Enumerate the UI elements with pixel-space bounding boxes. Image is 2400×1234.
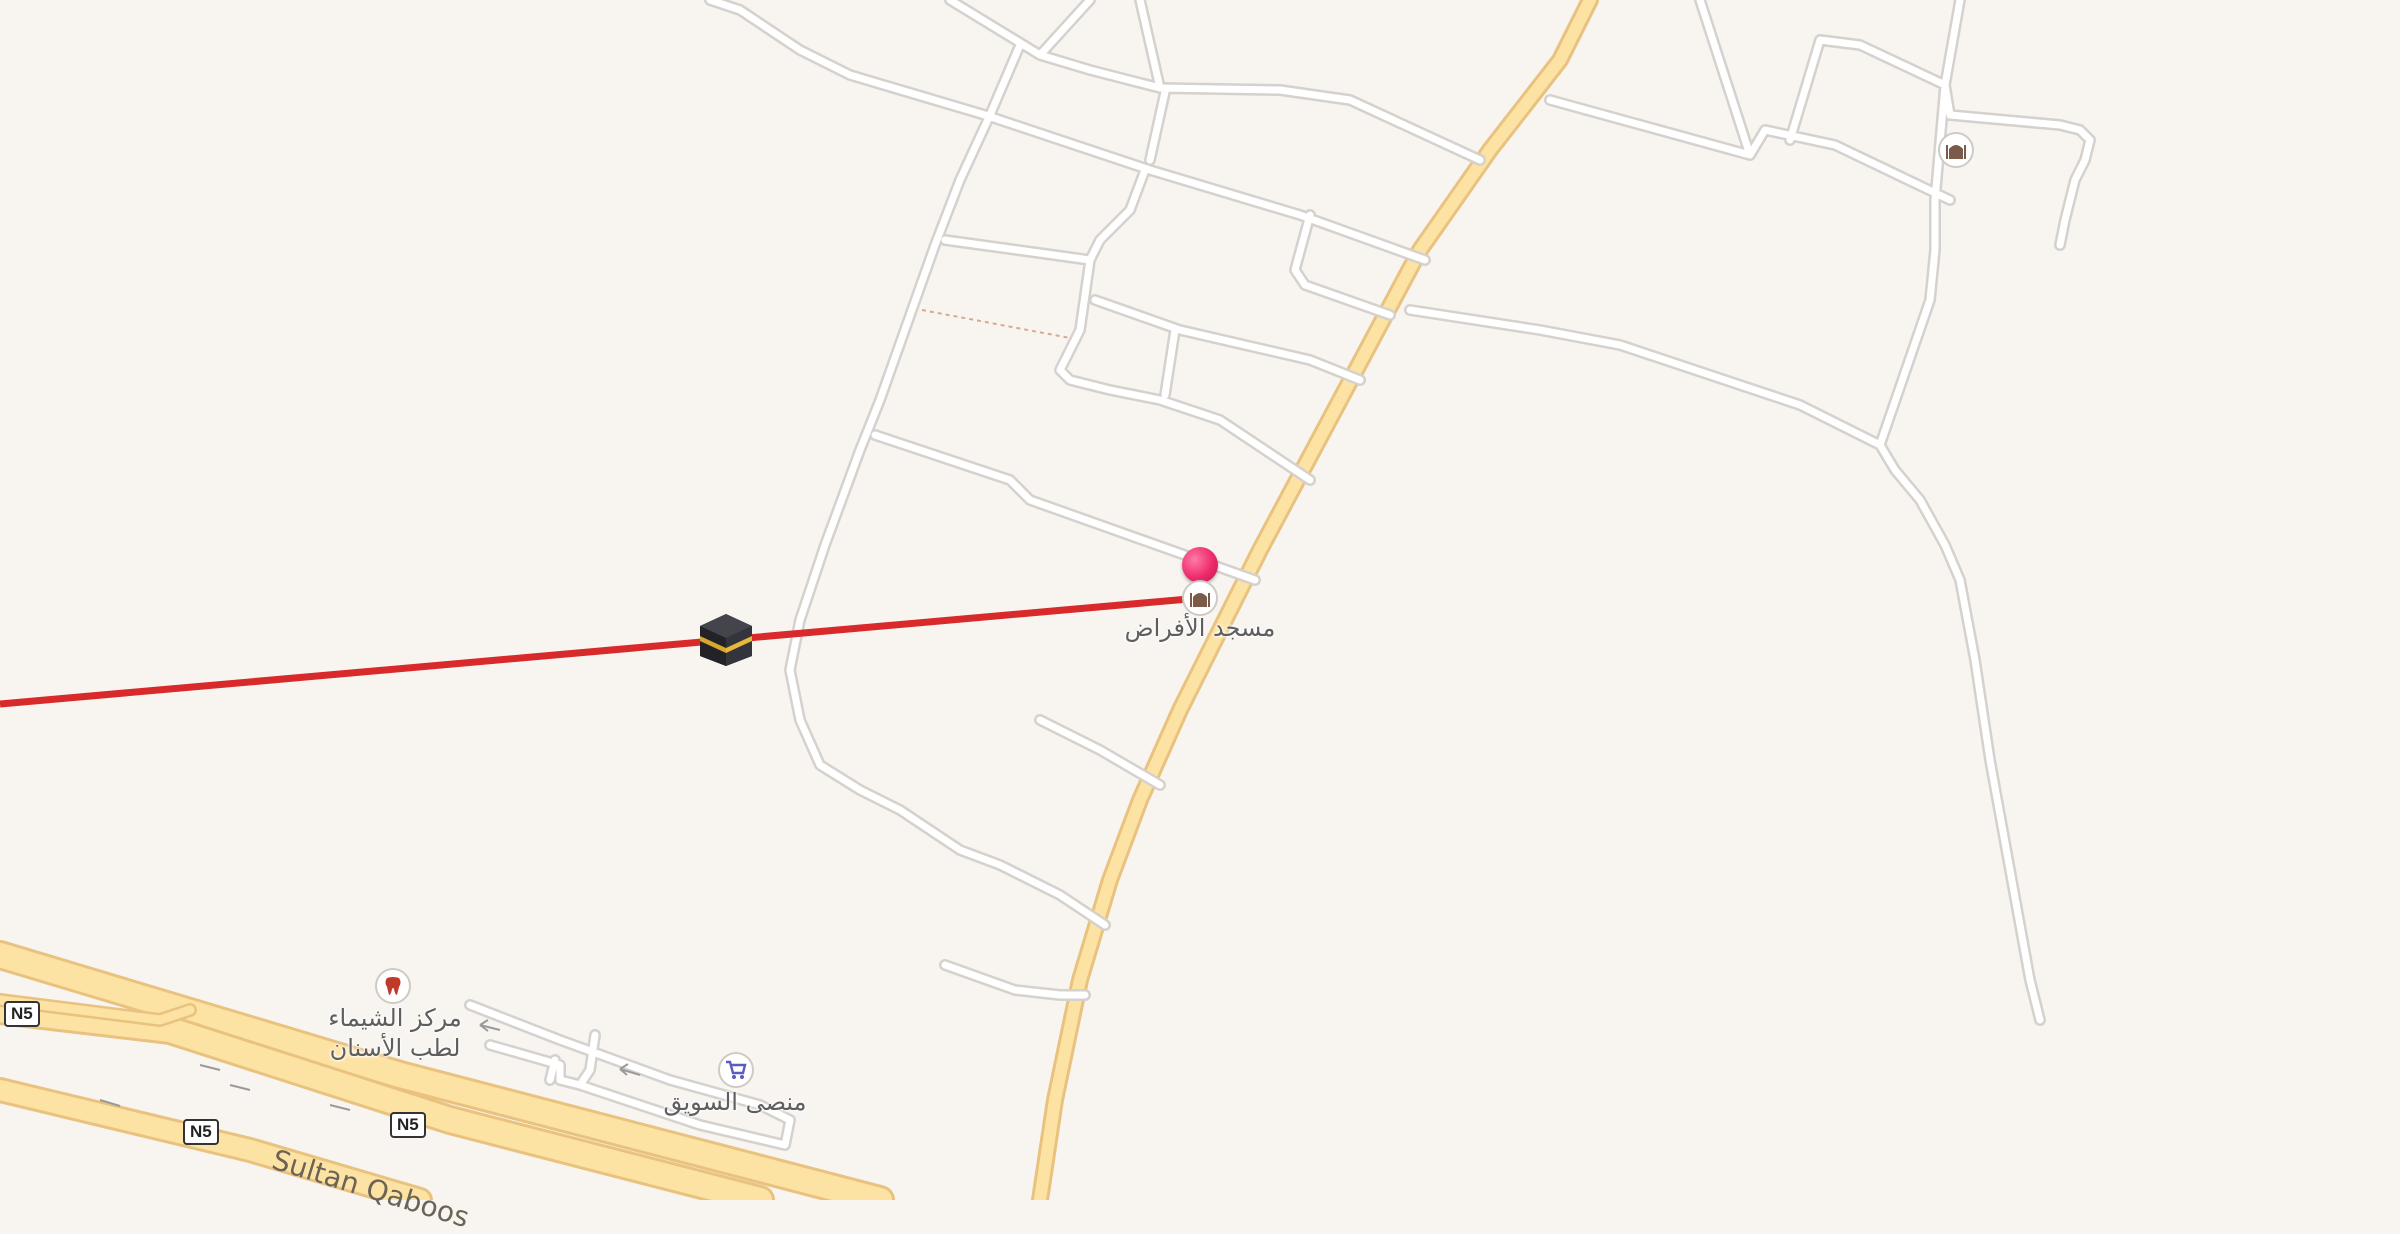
poi-label-mosque: مسجد الأفراض: [1124, 614, 1276, 642]
main-road: [1031, 0, 1599, 1200]
route-shield-n5: N5: [183, 1119, 219, 1145]
poi-label-dental: مركز الشيماء لطب الأسنان: [328, 1004, 462, 1062]
poi-dental-center[interactable]: [375, 968, 411, 1004]
poi-label-shop: منصى السويق: [663, 1088, 807, 1116]
location-pin-icon[interactable]: [1182, 547, 1218, 583]
mosque-icon: [1946, 145, 1966, 159]
poi-mosque-afrad[interactable]: [1182, 580, 1218, 616]
route-shield-n5: N5: [4, 1001, 40, 1027]
shopping-cart-icon: [726, 1060, 747, 1079]
footpath: [921, 309, 1071, 339]
route-shield-n5: N5: [390, 1112, 426, 1138]
map-canvas[interactable]: مسجد الأفراض مركز الشيماء لطب الأسنان من…: [0, 0, 2400, 1234]
kaaba-icon[interactable]: [698, 612, 754, 668]
qibla-direction-line: [0, 594, 1201, 708]
tooth-icon: [385, 977, 401, 995]
poi-mosque-northeast[interactable]: [1938, 132, 1974, 168]
mosque-icon: [1190, 593, 1210, 607]
poi-shop[interactable]: [718, 1052, 754, 1088]
